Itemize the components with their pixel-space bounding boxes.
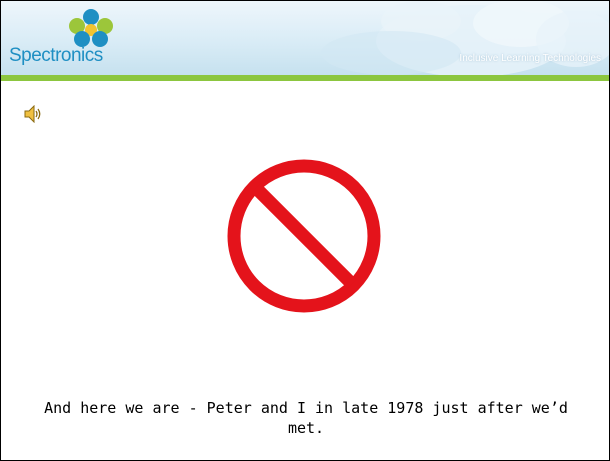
spectronics-logo-icon [69,9,113,47]
header-divider [1,75,609,81]
logo-text: Spectronics [9,45,103,66]
tagline: Inclusive Learning Technologies [459,53,601,64]
slide: Spectronics Inclusive Learning Technolog… [0,0,610,461]
speaker-icon[interactable] [23,105,43,123]
slide-caption: And here we are - Peter and I in late 19… [44,399,568,437]
no-symbol-icon [227,159,381,313]
header-banner: Spectronics Inclusive Learning Technolog… [1,1,609,75]
